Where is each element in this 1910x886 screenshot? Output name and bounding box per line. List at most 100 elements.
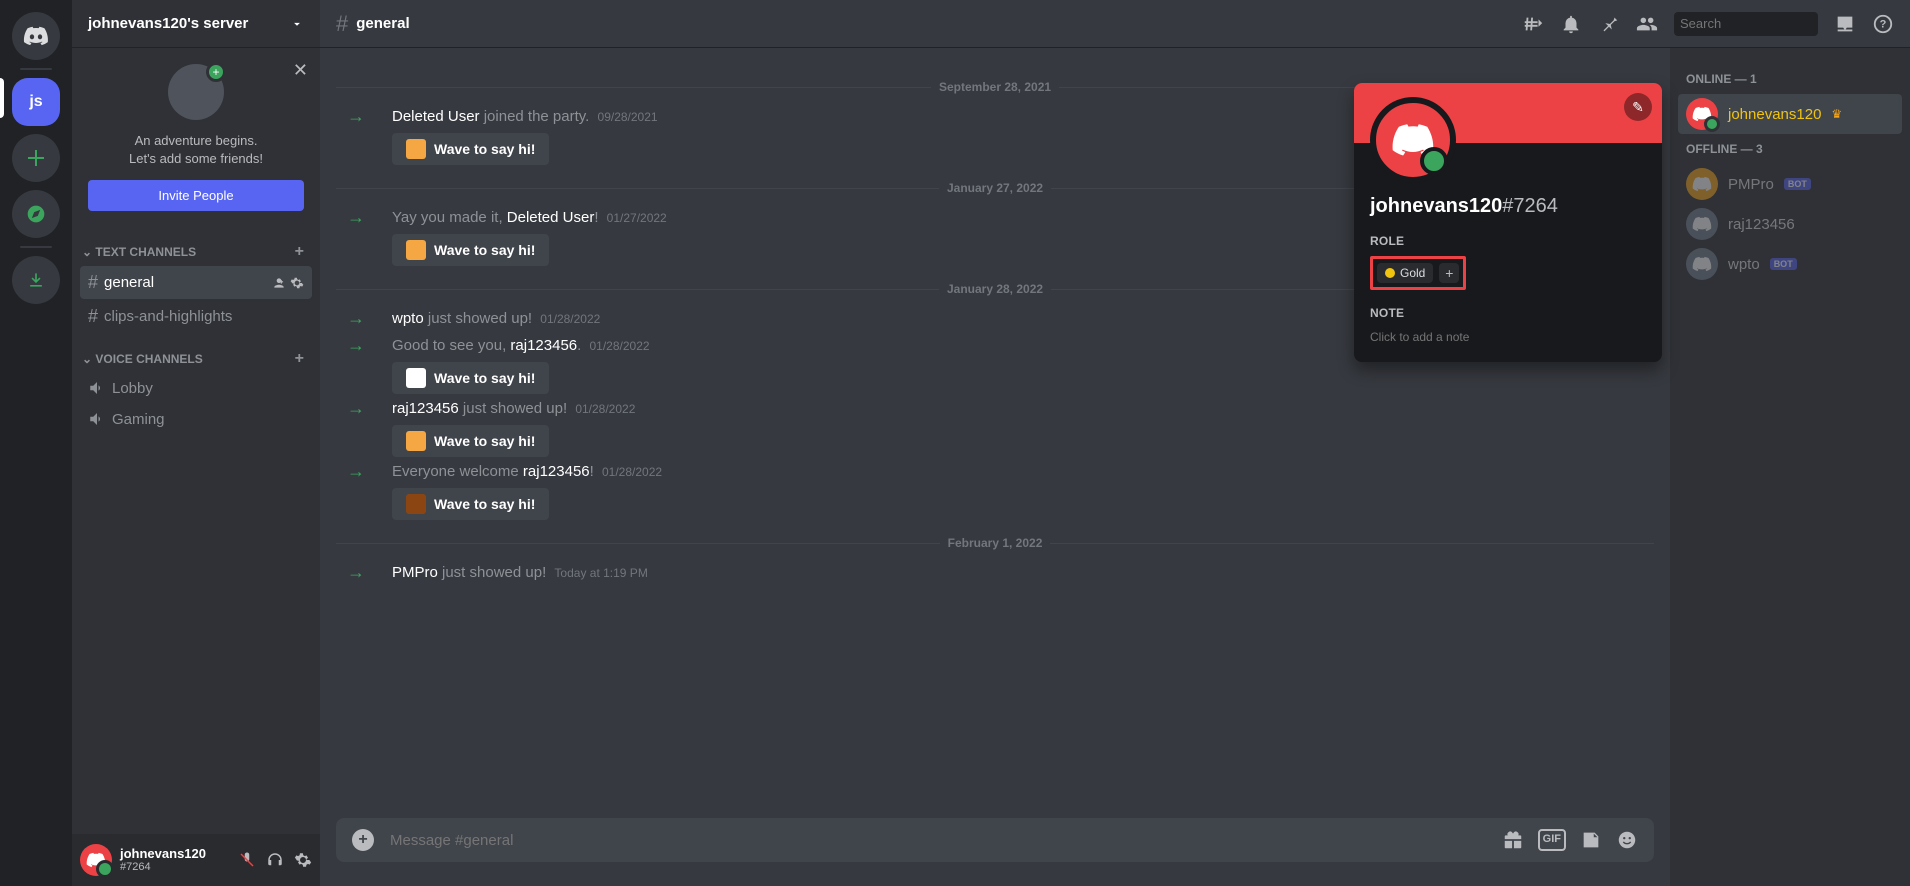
search-box[interactable] <box>1674 12 1818 36</box>
role-chip[interactable]: Gold <box>1377 263 1433 283</box>
hash-icon: # <box>336 11 348 37</box>
speaker-icon <box>88 379 106 397</box>
member-list-button[interactable] <box>1636 13 1658 35</box>
user-avatar[interactable] <box>80 844 112 876</box>
online-header: Online — 1 <box>1678 64 1902 94</box>
create-invite-icon[interactable] <box>272 276 286 290</box>
plus-badge-icon: + <box>206 62 226 82</box>
rail-separator <box>20 246 52 248</box>
mute-button[interactable] <box>238 851 256 869</box>
crown-icon: ♛ <box>1831 107 1842 121</box>
add-role-button[interactable]: + <box>1439 263 1459 283</box>
user-panel: johnevans120 #7264 <box>72 834 320 886</box>
profile-username: johnevans120#7264 <box>1370 195 1646 218</box>
server-name: johnevans120's server <box>88 15 248 32</box>
channel-sidebar: johnevans120's server ✕ + An adventure b… <box>72 0 320 886</box>
note-section-label: NOTE <box>1370 306 1646 320</box>
edit-profile-button[interactable]: ✎ <box>1624 93 1652 121</box>
message-composer[interactable]: + GIF <box>336 818 1654 862</box>
note-input[interactable] <box>1370 328 1646 346</box>
wave-button[interactable]: Wave to say hi! <box>392 425 549 457</box>
username-link[interactable]: raj123456 <box>523 463 590 480</box>
deafen-button[interactable] <box>266 851 284 869</box>
wave-emoji-icon <box>406 368 426 388</box>
add-voice-channel-button[interactable]: + <box>295 350 304 368</box>
username-link[interactable]: raj123456 <box>510 337 577 354</box>
voice-channel-gaming[interactable]: Gaming <box>80 404 312 434</box>
main-area: # general ? September 28, 2021 → Deleted… <box>320 0 1910 886</box>
gif-button[interactable]: GIF <box>1538 829 1566 851</box>
rail-separator <box>20 68 52 70</box>
sticker-button[interactable] <box>1580 829 1602 851</box>
username-link[interactable]: PMPro <box>392 564 438 581</box>
search-input[interactable] <box>1680 16 1856 31</box>
user-settings-button[interactable] <box>294 851 312 869</box>
wave-button[interactable]: Wave to say hi! <box>392 234 549 266</box>
join-arrow-icon: → <box>336 106 376 127</box>
member-item[interactable]: wpto BOT <box>1678 244 1902 284</box>
message-input[interactable] <box>390 832 1486 849</box>
username-link[interactable]: Deleted User <box>392 108 480 125</box>
wave-button[interactable]: Wave to say hi! <box>392 133 549 165</box>
invite-card: ✕ + An adventure begins. Let's add some … <box>72 48 320 227</box>
help-button[interactable]: ? <box>1872 13 1894 35</box>
join-arrow-icon: → <box>336 461 376 482</box>
discord-icon <box>23 26 49 46</box>
notifications-button[interactable] <box>1560 13 1582 35</box>
username-link[interactable]: Deleted User <box>507 209 595 226</box>
role-color-dot <box>1385 268 1395 278</box>
home-button[interactable] <box>12 12 60 60</box>
role-section-label: ROLE <box>1370 234 1646 248</box>
user-info[interactable]: johnevans120 #7264 <box>120 847 238 873</box>
wave-button[interactable]: Wave to say hi! <box>392 488 549 520</box>
join-arrow-icon: → <box>336 207 376 228</box>
wave-emoji-icon <box>406 240 426 260</box>
bot-tag: BOT <box>1784 178 1811 190</box>
attach-button[interactable]: + <box>352 829 374 851</box>
server-icon-active[interactable]: js <box>12 78 60 126</box>
pinned-messages-button[interactable] <box>1598 13 1620 35</box>
username-link[interactable]: raj123456 <box>392 400 459 417</box>
add-server-button[interactable] <box>12 134 60 182</box>
svg-text:?: ? <box>1880 18 1887 30</box>
server-rail: js <box>0 0 72 886</box>
discord-icon <box>86 852 106 868</box>
wave-button[interactable]: Wave to say hi! <box>392 362 549 394</box>
role-row-highlight: Gold + <box>1370 256 1466 290</box>
hash-icon: # <box>88 306 98 327</box>
system-message: → raj123456 just showed up! 01/28/2022 <box>336 394 1654 421</box>
channel-title: general <box>356 15 1522 32</box>
system-message: → Everyone welcome raj123456! 01/28/2022 <box>336 457 1654 484</box>
member-list: Online — 1 johnevans120 ♛ Offline — 3 PM… <box>1670 48 1910 886</box>
member-item[interactable]: raj123456 <box>1678 204 1902 244</box>
gear-icon[interactable] <box>290 276 304 290</box>
offline-header: Offline — 3 <box>1678 134 1902 164</box>
hash-icon: # <box>88 272 98 293</box>
username-link[interactable]: wpto <box>392 310 424 327</box>
member-item[interactable]: johnevans120 ♛ <box>1678 94 1902 134</box>
invite-people-button[interactable]: Invite People <box>88 180 304 211</box>
channel-clips[interactable]: # clips-and-highlights <box>80 300 312 333</box>
close-invite-card[interactable]: ✕ <box>293 60 308 81</box>
bot-tag: BOT <box>1770 258 1797 270</box>
emoji-button[interactable] <box>1616 829 1638 851</box>
system-message: → PMPro just showed up! Today at 1:19 PM <box>336 558 1654 585</box>
invite-avatar: + <box>168 64 224 120</box>
inbox-button[interactable] <box>1834 13 1856 35</box>
gift-button[interactable] <box>1502 829 1524 851</box>
join-arrow-icon: → <box>336 308 376 329</box>
voice-channels-header[interactable]: ⌄ Voice Channels + <box>80 350 312 372</box>
member-item[interactable]: PMPro BOT <box>1678 164 1902 204</box>
text-channels-header[interactable]: ⌄ Text Channels + <box>80 243 312 265</box>
voice-channel-lobby[interactable]: Lobby <box>80 373 312 403</box>
channel-general[interactable]: # general <box>80 266 312 299</box>
explore-servers-button[interactable] <box>12 190 60 238</box>
user-profile-popover: ✎ johnevans120#7264 ROLE Gold + NOTE <box>1354 83 1662 362</box>
server-header[interactable]: johnevans120's server <box>72 0 320 48</box>
chevron-down-icon <box>290 17 304 31</box>
join-arrow-icon: → <box>336 335 376 356</box>
threads-button[interactable] <box>1522 13 1544 35</box>
add-text-channel-button[interactable]: + <box>295 243 304 261</box>
download-apps-button[interactable] <box>12 256 60 304</box>
profile-avatar[interactable] <box>1370 97 1456 183</box>
